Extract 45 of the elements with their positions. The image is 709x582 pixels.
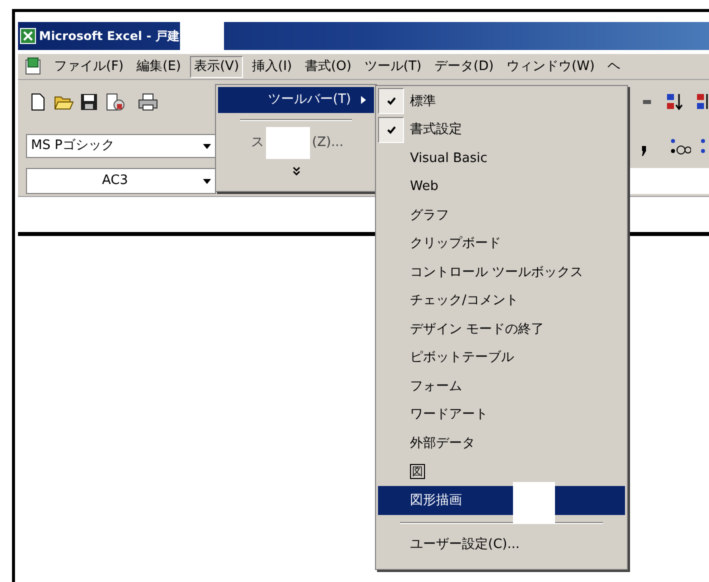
dropdown-arrow-icon[interactable]: [203, 178, 211, 184]
toolbar-menu-item[interactable]: 標準: [378, 87, 625, 116]
toolbar-menu-item[interactable]: デザイン モードの終了: [378, 315, 625, 344]
menu-item[interactable]: ヘ: [604, 56, 625, 78]
double-chevron-icon: [292, 166, 300, 176]
toolbar-menu-item[interactable]: チェック/コメント: [378, 286, 625, 315]
menu-item-text[interactable]: (Z)...: [312, 133, 344, 153]
toolbar-menu-item[interactable]: コントロール ツールボックス: [378, 258, 625, 286]
name-box[interactable]: AC3: [26, 168, 216, 194]
menu-item[interactable]: ツールバー(T): [218, 87, 374, 113]
toolbar-menu-item[interactable]: グラフ: [378, 201, 625, 230]
menu-item[interactable]: 表示(V): [190, 56, 244, 78]
new-document-icon[interactable]: [30, 93, 46, 111]
toolbar-menu-item[interactable]: フォーム: [378, 372, 625, 400]
printer-icon[interactable]: [138, 93, 158, 111]
font-value: MS Pゴシック: [30, 137, 116, 156]
toolbar-menu-item[interactable]: クリップボード: [378, 230, 625, 258]
menu-item[interactable]: 書式(O): [301, 56, 356, 78]
submenu-arrow-icon: [361, 96, 366, 104]
menu-item[interactable]: ツール(T): [360, 56, 426, 78]
toolbar-menu-item[interactable]: ワードアート: [378, 400, 625, 429]
toolbar-menu-item[interactable]: Visual Basic: [378, 144, 625, 172]
menu-item[interactable]: データ(D): [430, 56, 498, 78]
toolbar-menu-item[interactable]: 図: [378, 458, 625, 486]
toolbar-menu-item[interactable]: 書式設定: [378, 116, 625, 144]
toolbar-menu-item[interactable]: 外部データ: [378, 429, 625, 458]
font-field[interactable]: MS Pゴシック: [26, 134, 216, 158]
menu-item[interactable]: ファイル(F): [50, 56, 128, 78]
menu-item[interactable]: 挿入(I): [248, 56, 296, 78]
menu-item-text[interactable]: ス: [251, 133, 264, 153]
blank-patch: [513, 482, 555, 524]
spreadsheet-icon: [20, 28, 36, 44]
blank-patch: [266, 127, 310, 159]
menu-item[interactable]: 編集(E): [132, 56, 185, 78]
comma-style-icon[interactable]: [641, 146, 647, 156]
toolbar-menu-item[interactable]: ピボットテーブル: [378, 344, 625, 372]
folder-icon[interactable]: [54, 94, 74, 110]
window-title: Microsoft Excel - 戸建: [39, 28, 180, 45]
menu-item[interactable]: ウィンドウ(W): [502, 56, 599, 78]
sort-ascending-icon[interactable]: [665, 92, 685, 112]
dropdown-arrow-icon[interactable]: [203, 144, 211, 148]
toolbar-menu-item[interactable]: ユーザー設定(C)...: [378, 530, 625, 559]
cell-reference: AC3: [100, 172, 129, 190]
toolbar-menu-item[interactable]: Web: [378, 172, 625, 201]
save-icon[interactable]: [80, 93, 98, 111]
